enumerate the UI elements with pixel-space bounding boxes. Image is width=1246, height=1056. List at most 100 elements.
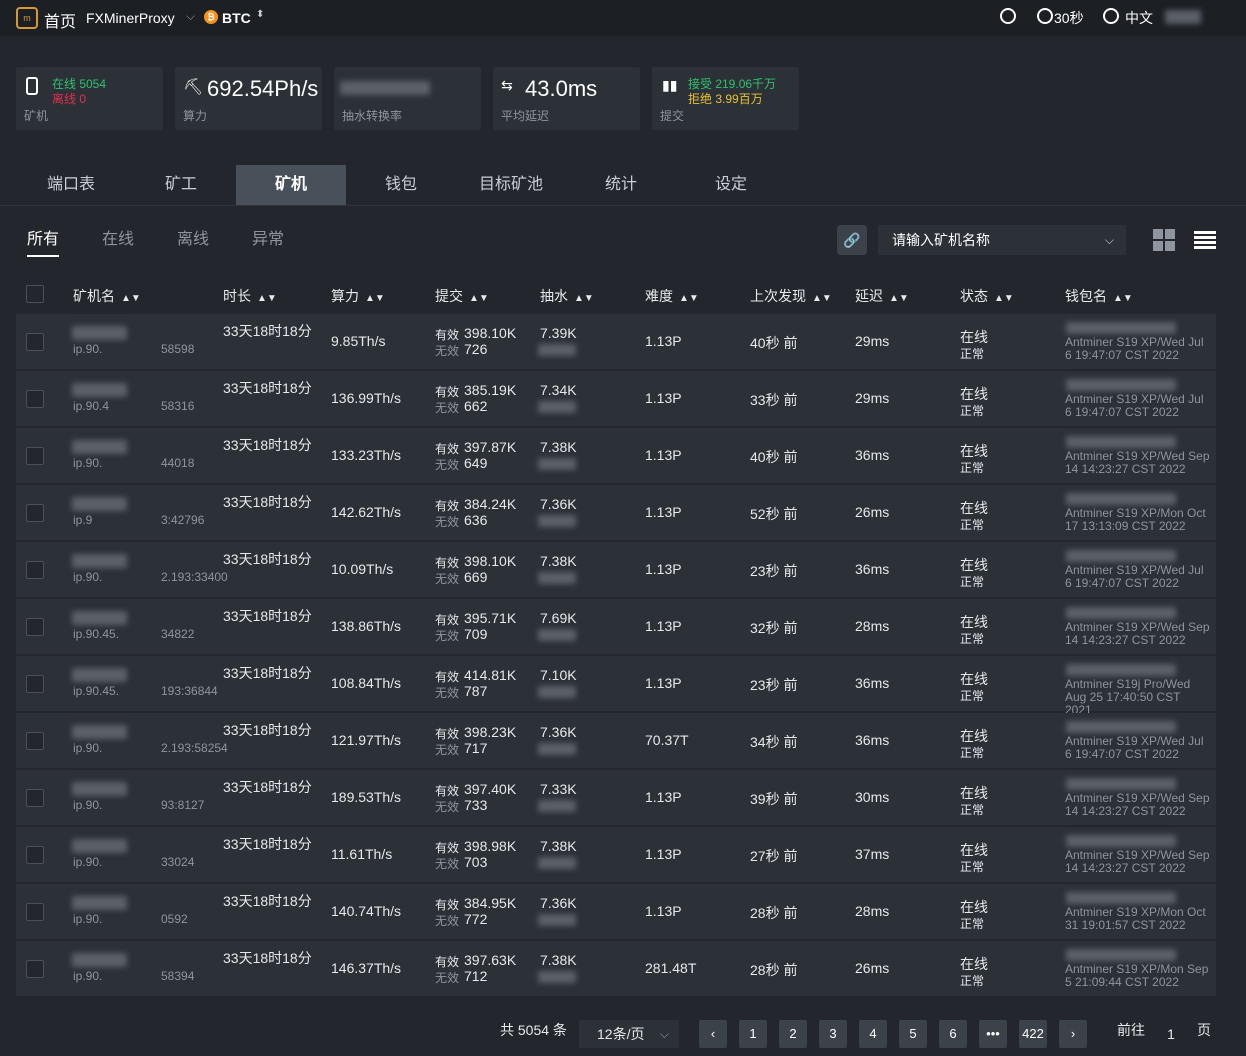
table-row[interactable]: ip.90.45. 193:36844 33天18时18分 108.84Th/s 有效 4… [16, 656, 1216, 717]
row-checkbox[interactable] [26, 390, 44, 408]
pool-logo-icon[interactable]: m [16, 7, 38, 29]
status-normal: 正常 [960, 746, 985, 760]
sort-arrows-icon[interactable]: ⬍ [256, 9, 264, 20]
grid-view-icon[interactable] [1153, 229, 1175, 251]
tab-stats[interactable]: 统计 [566, 165, 676, 205]
select-all-checkbox[interactable] [26, 285, 44, 303]
difficulty: 1.13P [645, 846, 682, 862]
row-checkbox[interactable] [26, 561, 44, 579]
row-checkbox[interactable] [26, 789, 44, 807]
header-submit[interactable]: 提交 ▲▼ [435, 286, 489, 306]
valid-shares: 397.63K [464, 952, 517, 968]
header-last-found[interactable]: 上次发现 ▲▼ [750, 286, 832, 306]
page-button[interactable]: 6 [939, 1020, 967, 1048]
next-page-button[interactable]: › [1059, 1020, 1087, 1048]
row-checkbox[interactable] [26, 618, 44, 636]
tab-wallets[interactable]: 钱包 [346, 165, 456, 205]
row-checkbox[interactable] [26, 333, 44, 351]
refresh-icon[interactable] [1000, 8, 1016, 24]
header-miner-name[interactable]: 矿机名 ▲▼ [73, 286, 141, 306]
page-button[interactable]: 4 [859, 1020, 887, 1048]
tab-settings[interactable]: 设定 [676, 165, 786, 205]
wallet-redacted [1066, 607, 1176, 619]
table-row[interactable]: ip.90. 33024 33天18时18分 11.61Th/s 有效 398.98K 无效… [16, 827, 1216, 883]
wallet-name: Antminer S19j Pro/Wed Aug 25 17:40:50 CS… [1065, 677, 1191, 717]
valid-shares: 384.24K [464, 496, 517, 512]
miner-port: 58316 [161, 399, 195, 413]
page-button[interactable]: 422 [1019, 1020, 1047, 1048]
page-button[interactable]: 2 [779, 1020, 807, 1048]
table-row[interactable]: ip.90.45. 34822 33天18时18分 138.86Th/s 有效 395.7… [16, 599, 1216, 655]
invalid-shares: 662 [464, 398, 488, 414]
miner-search-select[interactable]: 请输入矿机名称 ⌵ [878, 225, 1126, 255]
page-button[interactable]: 3 [819, 1020, 847, 1048]
wallet-name: Antminer S19 XP/Wed Jul 6 19:47:07 CST 2… [1065, 335, 1204, 362]
search-placeholder: 请输入矿机名称 [892, 232, 990, 248]
refresh-interval[interactable]: 30秒 [1054, 8, 1084, 28]
invalid-label: 无效 [435, 971, 460, 985]
invalid-label: 无效 [435, 857, 460, 871]
page-size-select[interactable]: 12条/页 ⌵ [579, 1020, 679, 1048]
table-row[interactable]: ip.90. 93:8127 33天18时18分 189.53Th/s 有效 397.40… [16, 770, 1216, 826]
tab-target-pools[interactable]: 目标矿池 [456, 165, 566, 205]
header-wallet[interactable]: 钱包名 ▲▼ [1065, 286, 1133, 306]
tab-ports[interactable]: 端口表 [16, 165, 126, 205]
subtab-online[interactable]: 在线 [102, 225, 134, 249]
table-row[interactable]: ip.90. 44018 33天18时18分 133.23Th/s 有效 397.87K 无… [16, 428, 1216, 484]
wallet-name: Antminer S19 XP/Wed Sep 14 14:23:27 CST … [1065, 848, 1210, 875]
tab-workers[interactable]: 矿工 [126, 165, 236, 205]
prev-page-button[interactable]: ‹ [699, 1020, 727, 1048]
header-uptime[interactable]: 时长 ▲▼ [223, 286, 277, 306]
tab-miners[interactable]: 矿机 [236, 165, 346, 205]
row-checkbox[interactable] [26, 675, 44, 693]
difficulty: 1.13P [645, 333, 682, 349]
miner-port: 44018 [161, 456, 195, 470]
link-icon[interactable]: 🔗 [837, 225, 867, 255]
valid-shares: 398.23K [464, 724, 517, 740]
table-row[interactable]: ip.90. 58394 33天18时18分 146.37Th/s 有效 397.63K 无… [16, 941, 1216, 997]
table-row[interactable]: ip.90. 0592 33天18时18分 140.74Th/s 有效 384.95K 无效… [16, 884, 1216, 940]
page-button[interactable]: 1 [739, 1020, 767, 1048]
subtab-offline[interactable]: 离线 [177, 225, 209, 249]
header-status[interactable]: 状态 ▲▼ [960, 286, 1014, 306]
last-found: 28秒 前 [750, 905, 798, 921]
hashrate: 146.37Th/s [331, 960, 402, 976]
invalid-label: 无效 [435, 572, 460, 586]
uptime: 33天18时18分 [223, 779, 312, 795]
wallet-redacted [1066, 550, 1176, 562]
goto-page-input[interactable]: 1 [1154, 1020, 1188, 1048]
header-latency[interactable]: 延迟 ▲▼ [855, 286, 909, 306]
miner-ip: ip.90. [73, 798, 103, 812]
subtab-abnormal[interactable]: 异常 [252, 225, 284, 249]
coin-selector[interactable]: BTC [222, 10, 251, 26]
header-fee[interactable]: 抽水 ▲▼ [540, 286, 594, 306]
table-row[interactable]: ip.90.4 58316 33天18时18分 136.99Th/s 有效 385.19K… [16, 371, 1216, 427]
fee-shares: 7.10K [540, 667, 577, 683]
language-selector[interactable]: 中文 [1125, 8, 1153, 28]
fee-shares: 7.36K [540, 724, 577, 740]
difficulty: 1.13P [645, 447, 682, 463]
row-checkbox[interactable] [26, 960, 44, 978]
fee-redacted [538, 971, 576, 983]
more-pages-button[interactable]: ••• [979, 1020, 1007, 1048]
header-difficulty[interactable]: 难度 ▲▼ [645, 286, 699, 306]
chevron-down-icon[interactable]: ⌵ [186, 9, 195, 24]
subtab-all[interactable]: 所有 [27, 225, 60, 257]
row-checkbox[interactable] [26, 504, 44, 522]
page-button[interactable]: 5 [899, 1020, 927, 1048]
timer-icon[interactable] [1037, 8, 1053, 24]
list-view-icon[interactable] [1194, 231, 1216, 249]
table-row[interactable]: ip.90. 2.193:58254 33天18时18分 121.97Th/s 有效 39… [16, 713, 1216, 769]
row-checkbox[interactable] [26, 903, 44, 921]
user-avatar[interactable] [1165, 10, 1201, 24]
table-row[interactable]: ip.90. 58598 33天18时18分 9.85Th/s 有效 398.10K 无效 7… [16, 314, 1216, 370]
table-row[interactable]: ip.9 3:42796 33天18时18分 142.62Th/s 有效 384.24K 无… [16, 485, 1216, 541]
home-link[interactable]: 首页 [44, 8, 76, 32]
table-row[interactable]: ip.90. 2.193:33400 33天18时18分 10.09Th/s 有效 398… [16, 542, 1216, 598]
globe-icon[interactable] [1103, 8, 1119, 24]
header-hashrate[interactable]: 算力 ▲▼ [331, 286, 385, 306]
row-checkbox[interactable] [26, 846, 44, 864]
row-checkbox[interactable] [26, 732, 44, 750]
row-checkbox[interactable] [26, 447, 44, 465]
wallet-name: Antminer S19 XP/Wed Sep 14 14:23:27 CST … [1065, 449, 1210, 476]
